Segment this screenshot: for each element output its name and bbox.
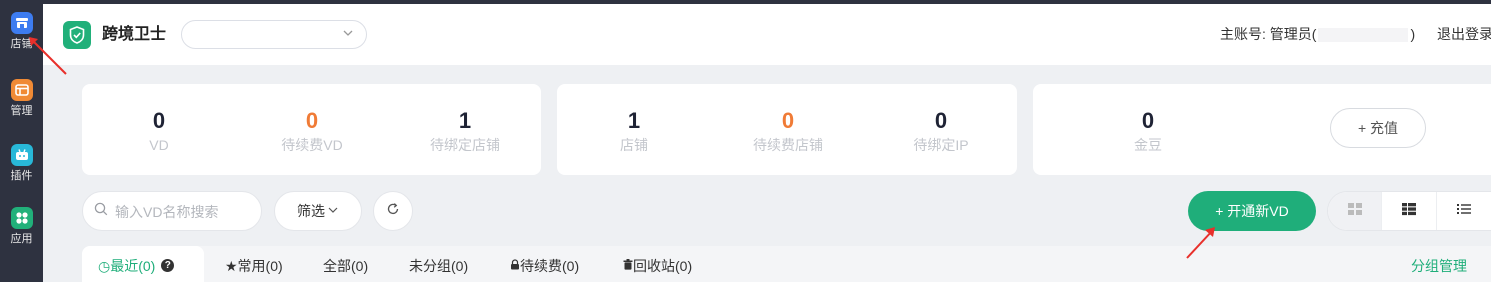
stat-label: 待续费店铺 xyxy=(753,137,823,153)
filter-label: 筛选 xyxy=(297,203,325,219)
stat-value: 1 xyxy=(458,108,472,133)
sidebar-item-label: 插件 xyxy=(10,170,33,182)
list-view-button[interactable] xyxy=(1437,192,1491,230)
tab-label: ◷最近(0) xyxy=(98,258,156,274)
tab-all[interactable]: 全部(0) xyxy=(323,246,368,282)
group-manage-link[interactable]: 分组管理 xyxy=(1411,246,1467,282)
plugin-icon xyxy=(10,144,33,166)
search-icon xyxy=(94,202,108,221)
stat-label: 店铺 xyxy=(620,137,648,153)
sidebar-item-plugin[interactable]: 插件 xyxy=(0,144,43,182)
sidebar-item-label: 管理 xyxy=(10,105,33,117)
main-account-label: 主账号: xyxy=(1220,26,1266,42)
stat-value: 0 xyxy=(934,108,948,133)
stat-value: 0 xyxy=(781,108,795,133)
grid-view-button[interactable] xyxy=(1328,192,1383,230)
tab-label: 未分组(0) xyxy=(409,258,469,274)
store-icon xyxy=(10,12,33,34)
apps-icon xyxy=(10,207,33,229)
help-icon[interactable]: ? xyxy=(161,259,175,273)
sidebar-item-label: 应用 xyxy=(10,233,33,245)
stat-label: 待绑定店铺 xyxy=(430,137,500,153)
main-account-name: 管理员( xyxy=(1269,26,1317,42)
stat-value: 0 xyxy=(1141,108,1155,133)
stat-label: 待续费VD xyxy=(281,137,343,153)
tab-label: 回收站(0) xyxy=(633,258,693,274)
stat-label: VD xyxy=(149,137,169,153)
grid-view-icon xyxy=(1347,202,1363,221)
sidebar-item-manage[interactable]: 管理 xyxy=(0,79,43,117)
tab-label: 全部(0) xyxy=(323,258,369,274)
stat-value: 0 xyxy=(305,108,319,133)
tab-recent[interactable]: ◷最近(0)? xyxy=(82,246,204,282)
stat-unbound-ip[interactable]: 0 待绑定IP xyxy=(871,108,1011,154)
stats-card-store: 1 店铺 0 待续费店铺 0 待绑定IP xyxy=(557,84,1017,175)
filter-dropdown[interactable]: 筛选 xyxy=(274,191,362,231)
card-view-button[interactable] xyxy=(1382,192,1437,230)
trash-icon xyxy=(623,245,633,282)
stat-value: 1 xyxy=(627,108,641,133)
main-account-suffix: ) xyxy=(1410,26,1416,42)
tab-label: ★常用(0) xyxy=(225,258,283,274)
stat-gold-beans[interactable]: 0 金豆 xyxy=(1078,108,1218,154)
search-placeholder: 输入VD名称搜索 xyxy=(115,204,219,220)
stat-vd-renewal[interactable]: 0 待续费VD xyxy=(242,108,382,154)
stat-vd[interactable]: 0 VD xyxy=(89,108,229,154)
chevron-down-icon xyxy=(327,203,339,219)
tab-pending-renewal[interactable]: 待续费(0) xyxy=(510,246,579,282)
list-view-icon xyxy=(1456,202,1472,221)
stat-label: 待绑定IP xyxy=(913,137,969,153)
account-select[interactable] xyxy=(181,20,367,49)
refresh-button[interactable] xyxy=(373,191,413,231)
shield-logo-icon xyxy=(63,21,91,49)
header: 跨境卫士 主账号: 管理员() 退出登录 xyxy=(43,4,1491,65)
open-new-vd-button[interactable]: + 开通新VD xyxy=(1188,191,1316,231)
redacted-account-id xyxy=(1318,28,1409,43)
tab-bar: ◷最近(0)? ★常用(0) 全部(0) 未分组(0) 待续费(0) 回收站(0… xyxy=(82,246,1491,282)
app-title: 跨境卫士 xyxy=(102,26,167,43)
sidebar-item-label: 店铺 xyxy=(10,38,33,50)
tab-favorites[interactable]: ★常用(0) xyxy=(225,246,283,282)
sidebar: 店铺 管理 插件 应用 xyxy=(0,0,43,282)
stat-store-renewal[interactable]: 0 待续费店铺 xyxy=(718,108,858,154)
stats-card-vd: 0 VD 0 待续费VD 1 待绑定店铺 xyxy=(82,84,541,175)
sidebar-item-store[interactable]: 店铺 xyxy=(0,12,43,50)
card-view-icon xyxy=(1401,202,1417,221)
manage-icon xyxy=(10,79,33,101)
tab-ungrouped[interactable]: 未分组(0) xyxy=(409,246,468,282)
stat-value: 0 xyxy=(152,108,166,133)
lock-icon xyxy=(510,245,520,282)
logout-link[interactable]: 退出登录 xyxy=(1437,25,1491,43)
main-account-info: 主账号: 管理员() xyxy=(1220,25,1415,43)
recharge-button[interactable]: + 充值 xyxy=(1330,108,1426,148)
refresh-icon xyxy=(386,202,400,221)
search-input[interactable]: 输入VD名称搜索 xyxy=(82,191,262,231)
sidebar-item-apps[interactable]: 应用 xyxy=(0,207,43,245)
view-toggle-group xyxy=(1327,191,1491,231)
stat-store[interactable]: 1 店铺 xyxy=(564,108,704,154)
chevron-down-icon xyxy=(342,27,354,42)
tab-label: 待续费(0) xyxy=(520,258,580,274)
stats-card-gold: 0 金豆 + 充值 xyxy=(1033,84,1491,175)
stat-label: 金豆 xyxy=(1134,137,1162,153)
stat-unbound-store[interactable]: 1 待绑定店铺 xyxy=(395,108,535,154)
tab-recycle-bin[interactable]: 回收站(0) xyxy=(623,246,692,282)
